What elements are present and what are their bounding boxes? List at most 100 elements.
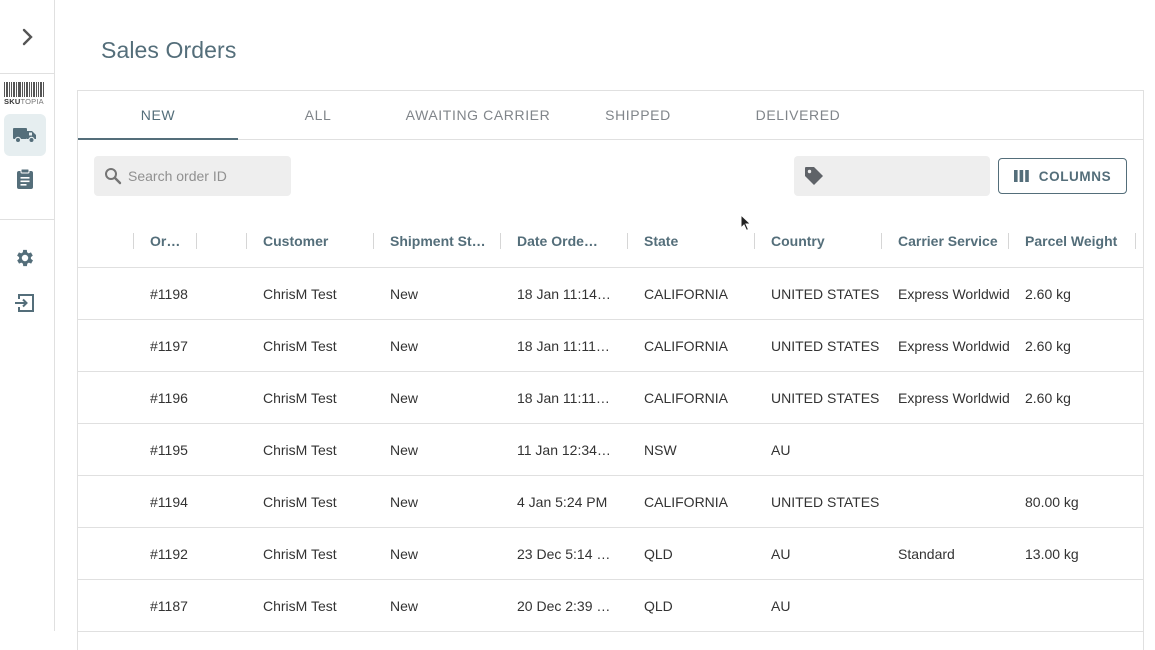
truck-icon bbox=[13, 128, 36, 144]
cell-shipment-status: New bbox=[390, 441, 419, 458]
cell-state: NSW bbox=[644, 441, 677, 458]
logo-text-bold: SKU bbox=[4, 97, 21, 106]
column-separator[interactable] bbox=[246, 233, 247, 249]
header-state[interactable]: State bbox=[644, 214, 749, 268]
search-input[interactable] bbox=[128, 168, 278, 184]
header-parcel-weight[interactable]: Parcel Weight bbox=[1025, 214, 1135, 268]
expand-sidebar-button[interactable] bbox=[14, 24, 42, 50]
cell-state: CALIFORNIA bbox=[644, 389, 729, 406]
cell-carrier-service: Express Worldwide bbox=[898, 337, 1009, 354]
tab-new[interactable]: NEW bbox=[78, 91, 238, 140]
cell-parcel-weight: 13.00 kg bbox=[1025, 545, 1079, 562]
cell-country: UNITED STATES bbox=[771, 389, 880, 406]
cell-blank bbox=[212, 476, 242, 527]
search-icon bbox=[105, 168, 122, 185]
cell-parcel-weight: 2.60 kg bbox=[1025, 285, 1071, 302]
cell-shipment-status: New bbox=[390, 545, 419, 562]
cell-parcel-weight: 80.00 kg bbox=[1025, 493, 1079, 510]
cell-date-ordered: 18 Jan 11:14… bbox=[517, 285, 611, 302]
tab-all[interactable]: ALL bbox=[238, 91, 398, 139]
column-separator[interactable] bbox=[881, 233, 882, 249]
table-row[interactable]: #1194 ChrisM Test New 4 Jan 5:24 PM CALIFORN… bbox=[78, 476, 1143, 528]
cell-country: AU bbox=[771, 545, 791, 562]
sidebar-item-shipping[interactable] bbox=[4, 114, 46, 156]
cell-carrier-service bbox=[898, 424, 1009, 475]
cell-customer: ChrisM Test bbox=[263, 545, 337, 562]
page-title: Sales Orders bbox=[101, 37, 237, 63]
cell-customer: ChrisM Test bbox=[263, 337, 337, 354]
cell-order-id: #1196 bbox=[150, 389, 188, 406]
header-customer[interactable]: Customer bbox=[263, 214, 368, 268]
cell-order-id: #1195 bbox=[150, 441, 188, 458]
tab-awaiting-carrier[interactable]: AWAITING CARRIER bbox=[398, 91, 558, 139]
header-carrier-service[interactable]: Carrier Service bbox=[898, 214, 1008, 268]
table-row[interactable]: #1195 ChrisM Test New 11 Jan 12:34… NSW AU bbox=[78, 424, 1143, 476]
sidebar-divider bbox=[0, 73, 54, 74]
cell-state: QLD bbox=[644, 597, 673, 614]
cell-shipment-status: New bbox=[390, 389, 419, 406]
tag-filter[interactable] bbox=[794, 156, 990, 196]
column-separator[interactable] bbox=[1008, 233, 1009, 249]
cell-blank bbox=[212, 528, 242, 579]
cell-carrier-service bbox=[898, 580, 1009, 631]
cell-blank bbox=[212, 372, 242, 423]
sidebar-item-logout[interactable] bbox=[4, 282, 46, 324]
column-separator[interactable] bbox=[500, 233, 501, 249]
cell-customer: ChrisM Test bbox=[263, 597, 337, 614]
cell-shipment-status: New bbox=[390, 597, 419, 614]
view-column-icon bbox=[1013, 170, 1029, 182]
gear-icon bbox=[17, 249, 33, 267]
cell-order-id: #1194 bbox=[150, 493, 188, 510]
search-box bbox=[94, 156, 291, 196]
tag-icon bbox=[805, 167, 823, 185]
cell-blank bbox=[212, 424, 242, 475]
cell-blank bbox=[212, 268, 242, 319]
cell-date-ordered: 20 Dec 2:39 … bbox=[517, 597, 611, 614]
column-separator[interactable] bbox=[373, 233, 374, 249]
cell-date-ordered: 23 Dec 5:14 … bbox=[517, 545, 611, 562]
tab-delivered[interactable]: DELIVERED bbox=[718, 91, 878, 139]
cell-country: AU bbox=[771, 597, 791, 614]
table-row[interactable]: #1192 ChrisM Test New 23 Dec 5:14 … QLD AU Sta… bbox=[78, 528, 1143, 580]
sidebar: SKUTOPIA bbox=[0, 0, 55, 631]
table-row[interactable]: #1196 ChrisM Test New 18 Jan 11:11… CALIFORN… bbox=[78, 372, 1143, 424]
logo-text-light: TOPIA bbox=[20, 97, 44, 106]
orders-card: NEW ALL AWAITING CARRIER SHIPPED DELIVER… bbox=[77, 90, 1144, 650]
column-separator[interactable] bbox=[196, 233, 197, 249]
status-tabs: NEW ALL AWAITING CARRIER SHIPPED DELIVER… bbox=[78, 91, 1143, 140]
cell-country: UNITED STATES bbox=[771, 337, 880, 354]
table-row[interactable]: #1198 ChrisM Test New 18 Jan 11:14… CALIFORN… bbox=[78, 268, 1143, 320]
cell-order-id: #1192 bbox=[150, 545, 188, 562]
cell-state: CALIFORNIA bbox=[644, 285, 729, 302]
column-separator[interactable] bbox=[627, 233, 628, 249]
header-date-ordered[interactable]: Date Orde… bbox=[517, 214, 622, 268]
mouse-cursor-icon bbox=[740, 214, 752, 232]
header-blank[interactable] bbox=[212, 214, 242, 268]
tab-shipped[interactable]: SHIPPED bbox=[558, 91, 718, 139]
cell-carrier-service: Express Worldwide bbox=[898, 389, 1009, 406]
table-row[interactable]: #1197 ChrisM Test New 18 Jan 11:11… CALIFORN… bbox=[78, 320, 1143, 372]
cell-carrier-service: Standard bbox=[898, 545, 955, 562]
cell-shipment-status: New bbox=[390, 337, 419, 354]
cell-blank bbox=[212, 580, 242, 631]
header-order[interactable]: Or… bbox=[150, 214, 192, 268]
cell-country: AU bbox=[771, 441, 791, 458]
columns-button[interactable]: COLUMNS bbox=[998, 158, 1127, 194]
cell-parcel-weight: 2.60 kg bbox=[1025, 389, 1071, 406]
cell-order-id: #1197 bbox=[150, 337, 188, 354]
cell-order-id: #1198 bbox=[150, 285, 188, 302]
header-country[interactable]: Country bbox=[771, 214, 876, 268]
sidebar-item-orders[interactable] bbox=[4, 158, 46, 200]
cell-customer: ChrisM Test bbox=[263, 493, 337, 510]
sidebar-item-settings[interactable] bbox=[4, 237, 46, 279]
table-row[interactable]: #1187 ChrisM Test New 20 Dec 2:39 … QLD AU bbox=[78, 580, 1143, 632]
cell-customer: ChrisM Test bbox=[263, 441, 337, 458]
header-shipment-status[interactable]: Shipment St… bbox=[390, 214, 495, 268]
cell-customer: ChrisM Test bbox=[263, 285, 337, 302]
cell-carrier-service bbox=[898, 476, 1009, 527]
table-header: Or… Customer Shipment St… Date Orde… Sta… bbox=[78, 214, 1143, 268]
cell-country: UNITED STATES bbox=[771, 285, 880, 302]
column-separator[interactable] bbox=[133, 233, 134, 249]
column-separator[interactable] bbox=[754, 233, 755, 249]
column-separator[interactable] bbox=[1135, 233, 1136, 249]
